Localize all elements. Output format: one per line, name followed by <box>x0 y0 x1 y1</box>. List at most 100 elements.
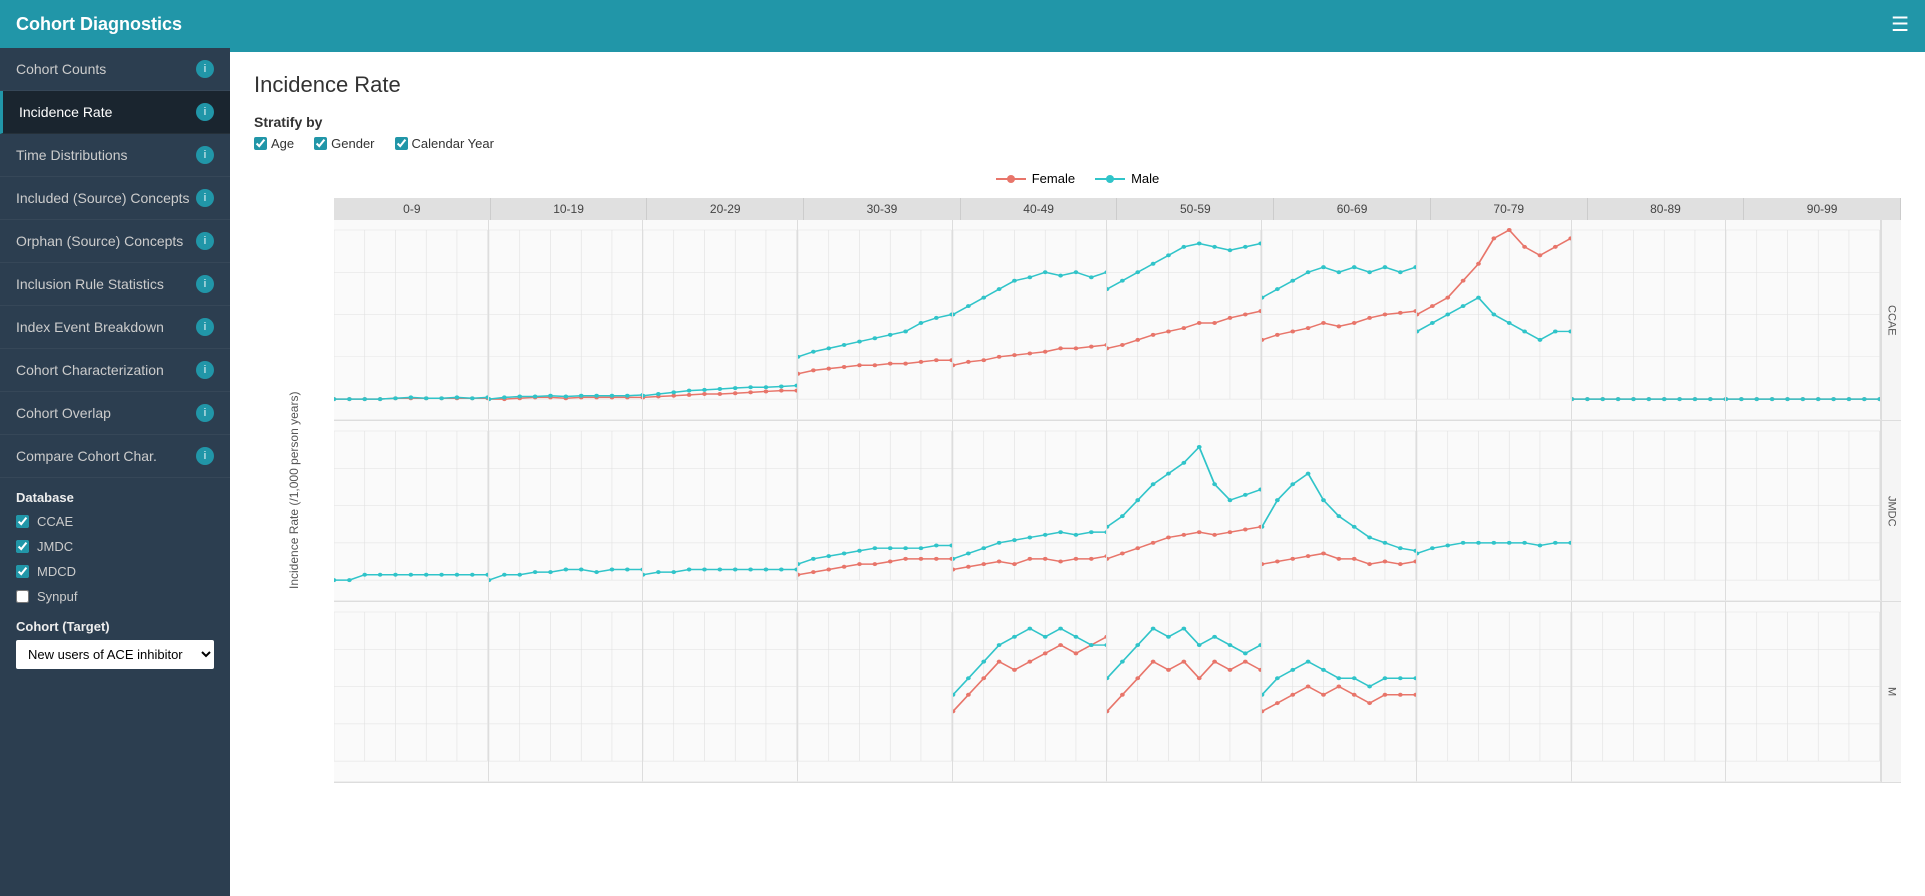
panel-cell-m-80-89 <box>1572 602 1727 782</box>
sidebar: Cohort Counts iIncidence Rate iTime Dist… <box>0 48 230 896</box>
sidebar-item-included-source-concepts[interactable]: Included (Source) Concepts i <box>0 177 230 220</box>
age-header-10-19: 10-19 <box>491 198 648 220</box>
panel-cell-m-10-19 <box>489 602 644 782</box>
sidebar-item-label: Cohort Counts <box>16 61 106 77</box>
top-header: Cohort Diagnostics ☰ <box>0 0 1925 48</box>
info-icon[interactable]: i <box>196 318 214 336</box>
age-header-20-29: 20-29 <box>647 198 804 220</box>
layout: Cohort Counts iIncidence Rate iTime Dist… <box>0 48 1925 896</box>
db-checkbox-ccae[interactable] <box>16 515 29 528</box>
age-header-30-39: 30-39 <box>804 198 961 220</box>
stratify-gender[interactable]: Gender <box>314 136 374 151</box>
db-check-mdcd[interactable]: MDCD <box>0 559 230 584</box>
sidebar-item-time-distributions[interactable]: Time Distributions i <box>0 134 230 177</box>
db-check-jmdc[interactable]: JMDC <box>0 534 230 559</box>
db-checkbox-synpuf[interactable] <box>16 590 29 603</box>
age-header-40-49: 40-49 <box>961 198 1118 220</box>
cohort-target-section: Cohort (Target) New users of ACE inhibit… <box>0 609 230 679</box>
db-checkbox-mdcd[interactable] <box>16 565 29 578</box>
panel-cell-ccae-30-39 <box>798 220 953 420</box>
sidebar-item-orphan-source-concepts[interactable]: Orphan (Source) Concepts i <box>0 220 230 263</box>
panel-cell-ccae-80-89 <box>1572 220 1727 420</box>
cohort-select[interactable]: New users of ACE inhibitor <box>16 640 214 669</box>
panel-cell-jmdc-60-69 <box>1262 421 1417 601</box>
info-icon[interactable]: i <box>196 447 214 465</box>
sidebar-item-label: Index Event Breakdown <box>16 319 164 335</box>
panel-cell-jmdc-30-39 <box>798 421 953 601</box>
female-line <box>996 178 1026 180</box>
stratify-label: Stratify by <box>254 114 1901 130</box>
sidebar-item-cohort-characterization[interactable]: Cohort Characterization i <box>0 349 230 392</box>
db-panels-m <box>334 602 1881 782</box>
legend-female: Female <box>996 171 1075 186</box>
age-headers: 0-910-1920-2930-3940-4950-5960-6970-7980… <box>334 198 1901 220</box>
info-icon[interactable]: i <box>196 189 214 207</box>
stratify-age[interactable]: Age <box>254 136 294 151</box>
sidebar-item-label: Compare Cohort Char. <box>16 448 157 464</box>
database-section-label: Database <box>0 478 230 509</box>
stratify-calendar-year[interactable]: Calendar Year <box>395 136 494 151</box>
sidebar-item-label: Cohort Overlap <box>16 405 111 421</box>
content-area: Incidence Rate Stratify by Age Gender Ca… <box>230 52 1925 896</box>
chart-container: Incidence Rate (/1,000 person years) 0-9… <box>254 198 1901 783</box>
db-check-synpuf[interactable]: Synpuf <box>0 584 230 609</box>
db-row-m: M <box>334 602 1901 783</box>
db-checkbox-jmdc[interactable] <box>16 540 29 553</box>
db-check-ccae[interactable]: CCAE <box>0 509 230 534</box>
stratify-checks: Age Gender Calendar Year <box>254 136 1901 151</box>
sidebar-item-label: Included (Source) Concepts <box>16 190 190 206</box>
age-header-80-89: 80-89 <box>1588 198 1745 220</box>
info-icon[interactable]: i <box>196 361 214 379</box>
cohort-target-label: Cohort (Target) <box>16 619 214 634</box>
panel-cell-ccae-70-79 <box>1417 220 1572 420</box>
panel-cell-ccae-50-59 <box>1107 220 1262 420</box>
db-panels-ccae <box>334 220 1881 420</box>
male-label: Male <box>1131 171 1159 186</box>
age-header-0-9: 0-9 <box>334 198 491 220</box>
panel-cell-ccae-10-19 <box>489 220 644 420</box>
sidebar-item-cohort-overlap[interactable]: Cohort Overlap i <box>0 392 230 435</box>
panel-cell-ccae-0-9 <box>334 220 489 420</box>
sidebar-item-label: Inclusion Rule Statistics <box>16 276 164 292</box>
info-icon[interactable]: i <box>196 275 214 293</box>
sidebar-nav: Cohort Counts iIncidence Rate iTime Dist… <box>0 48 230 478</box>
sidebar-item-incidence-rate[interactable]: Incidence Rate i <box>0 91 230 134</box>
info-icon[interactable]: i <box>196 103 214 121</box>
sidebar-item-label: Time Distributions <box>16 147 128 163</box>
database-checks: CCAE JMDC MDCD Synpuf <box>0 509 230 609</box>
info-icon[interactable]: i <box>196 404 214 422</box>
db-row-jmdc: JMDC <box>334 421 1901 602</box>
info-icon[interactable]: i <box>196 60 214 78</box>
db-row-label-jmdc: JMDC <box>1881 421 1901 601</box>
y-axis-label: Incidence Rate (/1,000 person years) <box>254 198 334 783</box>
panel-cell-ccae-60-69 <box>1262 220 1417 420</box>
panel-cell-jmdc-20-29 <box>643 421 798 601</box>
panel-cell-m-70-79 <box>1417 602 1572 782</box>
info-icon[interactable]: i <box>196 232 214 250</box>
sidebar-item-index-event-breakdown[interactable]: Index Event Breakdown i <box>0 306 230 349</box>
age-header-50-59: 50-59 <box>1117 198 1274 220</box>
panel-cell-m-50-59 <box>1107 602 1262 782</box>
panel-cell-ccae-40-49 <box>953 220 1108 420</box>
panel-cell-jmdc-40-49 <box>953 421 1108 601</box>
info-icon[interactable]: i <box>196 146 214 164</box>
panel-cell-jmdc-10-19 <box>489 421 644 601</box>
sidebar-item-compare-cohort-char.[interactable]: Compare Cohort Char. i <box>0 435 230 478</box>
chart-legend: Female Male <box>254 171 1901 186</box>
stratify-section: Stratify by Age Gender Calendar Year <box>254 114 1901 151</box>
legend-male: Male <box>1095 171 1159 186</box>
sidebar-item-label: Incidence Rate <box>19 104 112 120</box>
panel-cell-m-90-99 <box>1726 602 1881 782</box>
hamburger-icon[interactable]: ☰ <box>1891 12 1909 37</box>
age-header-60-69: 60-69 <box>1274 198 1431 220</box>
sidebar-item-label: Cohort Characterization <box>16 362 164 378</box>
panel-cell-m-40-49 <box>953 602 1108 782</box>
db-label: CCAE <box>37 514 73 529</box>
chart-panels-wrapper: Incidence Rate (/1,000 person years) 0-9… <box>254 198 1901 783</box>
panel-cell-jmdc-80-89 <box>1572 421 1727 601</box>
panel-cell-jmdc-70-79 <box>1417 421 1572 601</box>
panel-cell-m-0-9 <box>334 602 489 782</box>
db-label: MDCD <box>37 564 76 579</box>
sidebar-item-inclusion-rule-statistics[interactable]: Inclusion Rule Statistics i <box>0 263 230 306</box>
sidebar-item-cohort-counts[interactable]: Cohort Counts i <box>0 48 230 91</box>
